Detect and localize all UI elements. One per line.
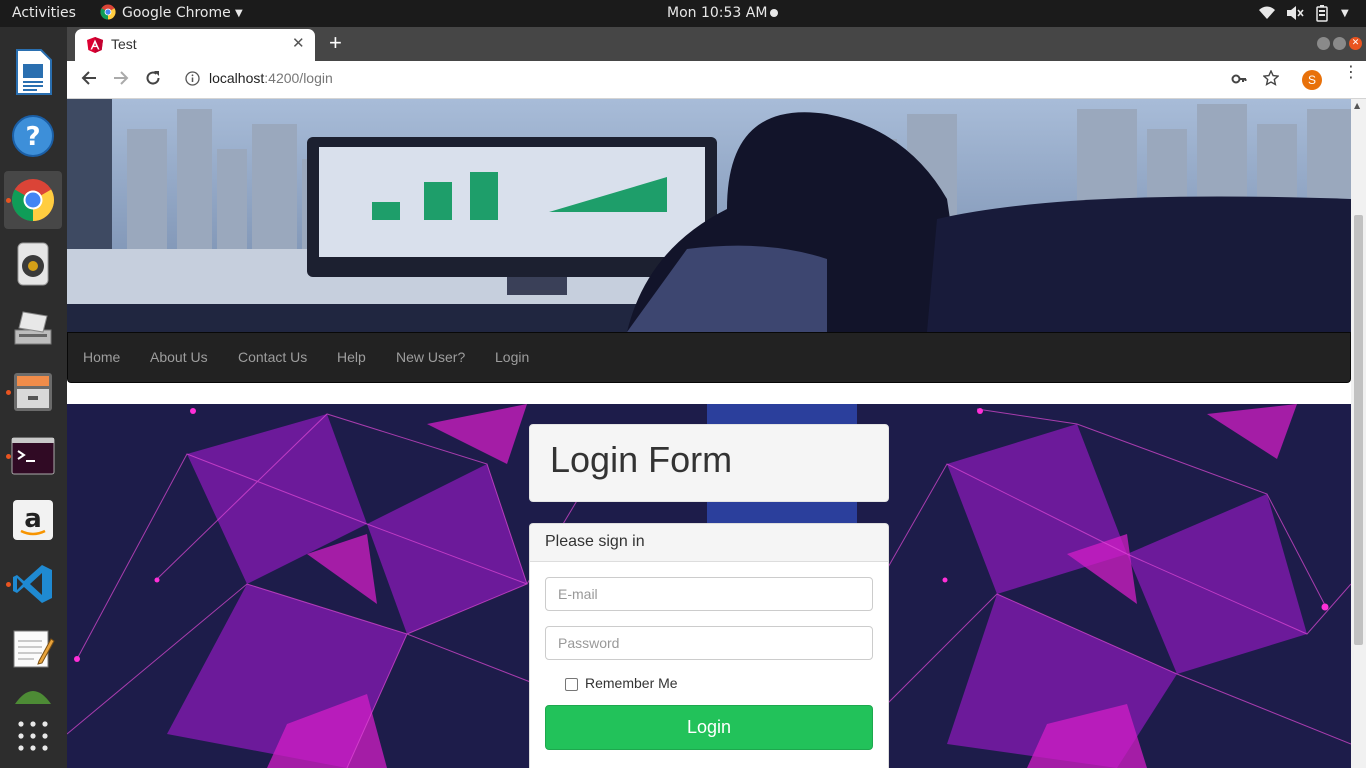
polygon-background-image: Login Form Please sign in Remember Me Lo… [67, 404, 1351, 768]
login-panel: Please sign in Remember Me Login [529, 523, 889, 768]
activities-button[interactable]: Activities [12, 5, 76, 21]
svg-text:a: a [24, 504, 42, 534]
scanner-launcher[interactable] [4, 299, 62, 357]
scanner-icon [14, 311, 52, 345]
forward-arrow-icon[interactable] [113, 70, 129, 90]
running-indicator [6, 454, 11, 459]
nav-login-link[interactable]: Login [495, 349, 529, 365]
browser-tab[interactable]: Test ✕ [75, 29, 315, 61]
key-icon[interactable] [1231, 71, 1247, 91]
tab-strip: Test ✕ + ✕ [67, 27, 1366, 61]
new-tab-button[interactable]: + [329, 30, 342, 56]
bookmark-star-icon[interactable] [1262, 69, 1280, 90]
chrome-small-icon [100, 4, 118, 22]
amazon-icon: a [13, 500, 53, 540]
close-window-button[interactable]: ✕ [1349, 37, 1362, 50]
notification-dot-icon [770, 9, 778, 17]
app-menu-chevron-icon[interactable]: ▼ [235, 8, 243, 19]
remember-me-label: Remember Me [585, 675, 678, 691]
page-title: Login Form [550, 439, 733, 480]
show-applications-button[interactable] [4, 707, 62, 765]
browser-toolbar: localhost:4200/login S ⋮ [67, 61, 1366, 99]
login-submit-button[interactable]: Login [545, 705, 873, 750]
nav-new-user-link[interactable]: New User? [396, 349, 465, 365]
running-indicator [6, 198, 11, 203]
text-editor-icon [13, 630, 55, 668]
files-launcher[interactable] [4, 363, 62, 421]
amazon-launcher[interactable]: a [4, 491, 62, 549]
scrollbar-thumb[interactable] [1354, 215, 1363, 645]
minimize-button[interactable] [1317, 37, 1330, 50]
panel-heading-label: Please sign in [545, 533, 645, 550]
login-title-well: Login Form [529, 424, 889, 502]
nav-home-link[interactable]: Home [83, 349, 120, 365]
app-icon [15, 691, 51, 704]
profile-avatar[interactable]: S [1302, 70, 1322, 90]
email-field[interactable] [545, 577, 873, 611]
running-indicator [6, 582, 11, 587]
nav-help-link[interactable]: Help [337, 349, 366, 365]
terminal-icon [11, 437, 55, 475]
maximize-button[interactable] [1333, 37, 1346, 50]
system-menu-chevron-icon[interactable]: ▼ [1341, 8, 1349, 19]
browser-window: Test ✕ + ✕ localhost:4200/login S ⋮ Home… [67, 27, 1366, 768]
dock: ? a [0, 27, 67, 768]
system-top-bar: Activities Google Chrome ▼ Mon 10:53 AM … [0, 0, 1366, 27]
libreoffice-writer-icon [16, 49, 52, 95]
panel-heading: Please sign in [530, 524, 888, 562]
help-icon: ? [12, 115, 54, 157]
rhythmbox-launcher[interactable] [4, 235, 62, 293]
kebab-menu-icon[interactable]: ⋮ [1343, 64, 1359, 80]
show-apps-icon [18, 721, 48, 751]
back-arrow-icon[interactable] [81, 70, 97, 90]
writer-launcher[interactable] [4, 43, 62, 101]
angular-favicon-icon [87, 37, 103, 57]
scroll-up-arrow-icon[interactable]: ▲ [1354, 101, 1360, 110]
partial-launcher[interactable] [4, 683, 62, 705]
text-editor-launcher[interactable] [4, 619, 62, 677]
file-cabinet-icon [14, 373, 52, 411]
info-icon[interactable] [185, 71, 200, 90]
page-viewport: Home About Us Contact Us Help New User? … [67, 99, 1366, 768]
nav-about-link[interactable]: About Us [150, 349, 208, 365]
password-field[interactable] [545, 626, 873, 660]
running-indicator [6, 390, 11, 395]
url-host: localhost [209, 70, 265, 86]
app-menu-label[interactable]: Google Chrome [122, 5, 231, 21]
vscode-icon [13, 565, 52, 603]
address-bar[interactable]: localhost:4200/login [209, 70, 333, 86]
clock[interactable]: Mon 10:53 AM [667, 5, 767, 21]
close-tab-icon[interactable]: ✕ [292, 34, 305, 52]
volume-muted-icon[interactable] [1286, 5, 1304, 25]
main-navbar: Home About Us Contact Us Help New User? … [67, 332, 1351, 383]
svg-text:?: ? [25, 122, 40, 152]
speaker-icon [17, 242, 49, 286]
hero-banner-image [67, 99, 1351, 332]
remember-me-checkbox[interactable] [565, 678, 578, 691]
help-launcher[interactable]: ? [4, 107, 62, 165]
page-scrollbar[interactable]: ▲ [1351, 99, 1366, 768]
chrome-icon [11, 179, 55, 221]
battery-icon[interactable] [1316, 5, 1328, 26]
wifi-icon[interactable] [1258, 5, 1276, 25]
reload-icon[interactable] [145, 70, 161, 90]
nav-contact-link[interactable]: Contact Us [238, 349, 307, 365]
vscode-launcher[interactable] [4, 555, 62, 613]
chrome-launcher[interactable] [4, 171, 62, 229]
tab-title: Test [111, 36, 137, 52]
terminal-launcher[interactable] [4, 427, 62, 485]
url-path: :4200/login [264, 70, 333, 86]
